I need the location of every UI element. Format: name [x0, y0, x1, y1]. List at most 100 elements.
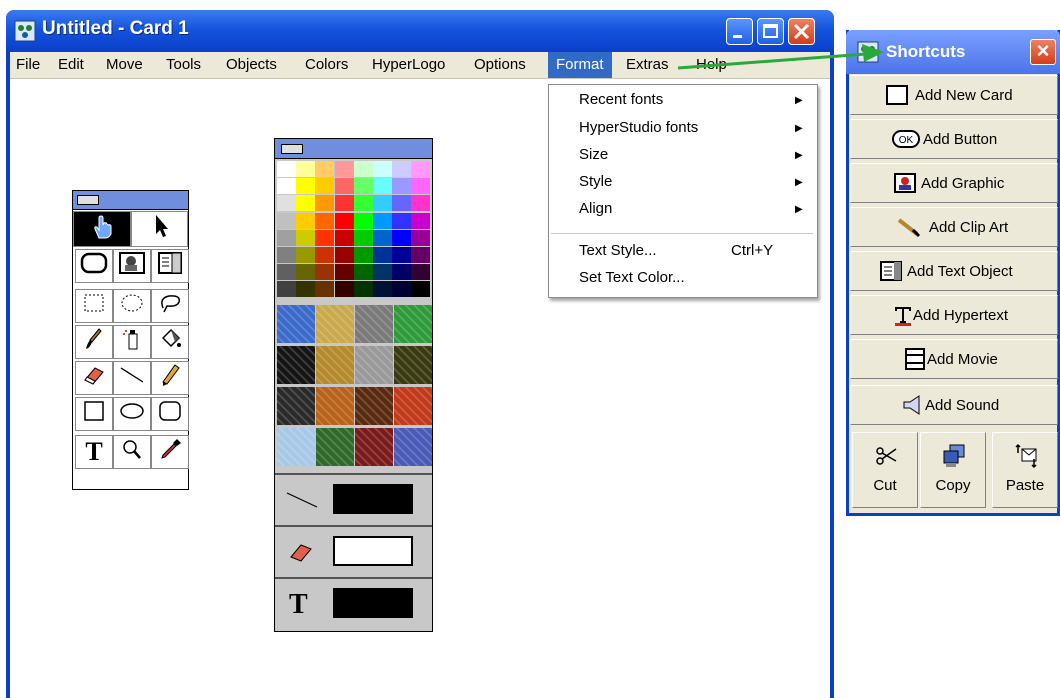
lasso-icon[interactable]: [151, 289, 189, 323]
color-swatch[interactable]: [277, 264, 296, 281]
pattern-swatch[interactable]: [316, 428, 354, 466]
pattern-swatch[interactable]: [277, 346, 315, 384]
color-swatch[interactable]: [392, 212, 412, 229]
menu-extras[interactable]: Extras: [626, 56, 669, 73]
color-swatch[interactable]: [277, 281, 296, 298]
color-swatch[interactable]: [296, 281, 316, 298]
color-swatch[interactable]: [296, 161, 316, 177]
palette-title-bar[interactable]: [73, 191, 188, 210]
menu-item-recent-fonts[interactable]: Recent fonts: [579, 91, 663, 108]
color-swatch[interactable]: [411, 281, 431, 298]
fill-color-row[interactable]: [275, 525, 432, 577]
button-tool-icon[interactable]: [75, 249, 113, 283]
pattern-swatch[interactable]: [316, 305, 354, 343]
palette-close-button[interactable]: [77, 195, 99, 205]
menu-item-set-text-color[interactable]: Set Text Color...: [579, 269, 685, 286]
color-swatch[interactable]: [392, 229, 412, 246]
line-color-swatch[interactable]: [333, 484, 413, 514]
color-swatch[interactable]: [315, 264, 335, 281]
paste-button[interactable]: Paste: [992, 432, 1058, 508]
color-swatch[interactable]: [353, 229, 373, 246]
cut-button[interactable]: Cut: [852, 432, 918, 508]
color-swatch[interactable]: [315, 161, 335, 177]
menu-item-text-style[interactable]: Text Style...: [579, 242, 657, 259]
pattern-swatch[interactable]: [355, 346, 393, 384]
menu-objects[interactable]: Objects: [226, 56, 277, 73]
color-swatch[interactable]: [296, 247, 316, 263]
menu-help[interactable]: Help: [696, 56, 727, 73]
color-swatch[interactable]: [373, 178, 392, 195]
color-swatch[interactable]: [373, 161, 392, 177]
color-swatch[interactable]: [315, 281, 335, 298]
title-bar[interactable]: Untitled - Card 1: [6, 10, 834, 52]
color-swatch[interactable]: [353, 195, 373, 212]
menu-tools[interactable]: Tools: [166, 56, 201, 73]
color-swatch[interactable]: [296, 229, 316, 246]
color-swatch[interactable]: [315, 247, 335, 263]
color-swatch[interactable]: [373, 212, 392, 229]
maximize-button[interactable]: [757, 18, 784, 45]
color-swatch[interactable]: [411, 212, 431, 229]
menu-move[interactable]: Move: [106, 56, 143, 73]
color-swatch[interactable]: [392, 161, 412, 177]
color-swatch[interactable]: [411, 161, 431, 177]
line-icon[interactable]: [113, 361, 151, 395]
color-swatch[interactable]: [411, 178, 431, 195]
add-graphic-button[interactable]: Add Graphic: [850, 163, 1058, 203]
color-swatch[interactable]: [334, 212, 354, 229]
pattern-swatch[interactable]: [355, 387, 393, 425]
spray-can-icon[interactable]: [113, 325, 151, 359]
copy-button[interactable]: Copy: [920, 432, 986, 508]
color-swatch[interactable]: [334, 264, 354, 281]
paint-bucket-icon[interactable]: [151, 325, 189, 359]
palette-title-bar[interactable]: [275, 139, 432, 159]
menu-file[interactable]: File: [16, 56, 40, 73]
add-movie-button[interactable]: Add Movie: [850, 339, 1058, 379]
rectangle-icon[interactable]: [75, 397, 113, 431]
text-color-swatch[interactable]: [333, 588, 413, 618]
lasso-oval-select-icon[interactable]: [113, 289, 151, 323]
color-swatch[interactable]: [392, 247, 412, 263]
palette-close-button[interactable]: [281, 144, 303, 154]
pattern-swatch[interactable]: [355, 305, 393, 343]
minimize-button[interactable]: [726, 18, 753, 45]
pointer-arrow-icon[interactable]: [131, 211, 188, 247]
add-button-button[interactable]: OK Add Button: [850, 119, 1058, 159]
color-swatch[interactable]: [373, 247, 392, 263]
pattern-swatch[interactable]: [277, 428, 315, 466]
color-swatch[interactable]: [277, 161, 296, 177]
color-swatch[interactable]: [315, 195, 335, 212]
browse-hand-icon[interactable]: [73, 211, 131, 247]
eraser-icon[interactable]: [75, 361, 113, 395]
pencil-icon[interactable]: [151, 361, 189, 395]
color-swatch[interactable]: [353, 161, 373, 177]
color-swatch[interactable]: [277, 195, 296, 212]
color-swatch[interactable]: [392, 178, 412, 195]
color-swatch[interactable]: [296, 212, 316, 229]
color-swatch[interactable]: [411, 247, 431, 263]
pattern-swatch[interactable]: [394, 305, 432, 343]
color-swatch[interactable]: [334, 195, 354, 212]
color-swatch[interactable]: [353, 281, 373, 298]
color-swatch[interactable]: [392, 281, 412, 298]
add-sound-button[interactable]: Add Sound: [850, 385, 1058, 425]
color-swatch[interactable]: [315, 178, 335, 195]
color-swatch[interactable]: [411, 229, 431, 246]
pattern-swatch[interactable]: [355, 428, 393, 466]
color-swatch[interactable]: [277, 247, 296, 263]
oval-icon[interactable]: [113, 397, 151, 431]
paintbrush-icon[interactable]: [75, 325, 113, 359]
menu-item-align[interactable]: Align: [579, 200, 612, 217]
graphic-tool-icon[interactable]: [113, 249, 151, 283]
menu-edit[interactable]: Edit: [58, 56, 84, 73]
menu-colors[interactable]: Colors: [305, 56, 348, 73]
color-swatch[interactable]: [315, 229, 335, 246]
add-text-object-button[interactable]: Add Text Object: [850, 251, 1058, 291]
text-color-row[interactable]: T: [275, 577, 432, 631]
color-swatch[interactable]: [334, 281, 354, 298]
color-swatch[interactable]: [353, 212, 373, 229]
pattern-swatch[interactable]: [316, 387, 354, 425]
text-object-tool-icon[interactable]: [151, 249, 189, 283]
color-swatch[interactable]: [296, 264, 316, 281]
color-swatch[interactable]: [296, 195, 316, 212]
